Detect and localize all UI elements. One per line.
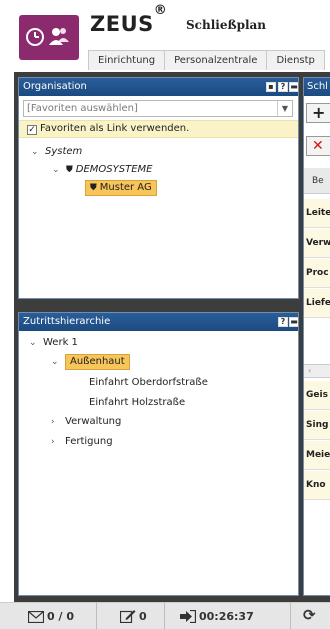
favorites-link-option[interactable]: ✓ Favoriten als Link verwenden. [19,120,298,138]
organisation-panel: Organisation ▪ ? ▬ [Favoriten auswählen]… [18,77,299,299]
nav-tab-einrichtung[interactable]: Einrichtung [88,50,166,70]
help-icon[interactable]: ? [278,82,288,92]
organisation-panel-title: Organisation [23,81,87,92]
messages-counter[interactable]: 0 / 0 [27,609,74,625]
table-row[interactable]: Proc [304,259,330,288]
table-row[interactable]: Leite [304,199,330,228]
delete-button[interactable]: ✕ [306,136,330,156]
table-row[interactable]: Meie [304,441,330,470]
app-title: ZEUS® [90,3,168,36]
zutrittshierarchie-panel-header: Zutrittshierarchie ? ▬ [19,313,298,331]
main-nav: Einrichtung Personalzentrale Dienstp [88,50,325,70]
tree-node-einfahrt-oberdorfstrasse[interactable]: Einfahrt Oberdorfstraße [89,375,208,391]
page-subtitle: Schließplan [186,18,267,32]
status-bar: 0 / 0 0 00:26:37 ⟳ [0,602,330,629]
selected-tree-node[interactable]: ⛊ Muster AG [85,180,157,196]
tree-node-label: DEMOSYSTEME [75,164,153,175]
table-row[interactable]: Sing [304,411,330,440]
tree-node-verwaltung[interactable]: › Verwaltung [51,414,121,430]
zeus-logo[interactable] [19,15,79,60]
chevron-down-icon[interactable]: ⌄ [31,144,45,160]
messages-count: 0 / 0 [47,610,74,623]
favorites-select[interactable]: [Favoriten auswählen] ▼ [23,100,293,117]
schliessplan-panel: Schl + ✕ Be Leite Verw Proc Liefe ‹ Geis… [303,77,330,596]
refresh-icon[interactable]: ⟳ [303,607,316,623]
notes-counter[interactable]: 0 [119,609,147,625]
session-timer[interactable]: 00:26:37 [180,609,254,625]
organisation-panel-header: Organisation ▪ ? ▬ [19,78,298,96]
chevron-right-icon[interactable]: › [51,434,65,450]
nav-tab-dienstplan[interactable]: Dienstp [266,50,325,70]
tree-node-fertigung[interactable]: › Fertigung [51,434,113,450]
status-divider [290,603,291,629]
app-header: ZEUS® Schließplan Einrichtung Personalze… [0,0,330,70]
shield-icon: ⛊ [90,183,97,193]
selected-tree-node[interactable]: Außenhaut [65,354,130,370]
table-row[interactable]: Liefe [304,289,330,318]
favorites-link-label: Favoriten als Link verwenden. [40,123,190,134]
chevron-down-icon[interactable]: ▼ [277,101,292,116]
zutrittshierarchie-panel-title: Zutrittshierarchie [23,316,111,327]
chevron-down-icon[interactable]: ⌄ [52,162,66,178]
edit-icon [119,610,136,624]
maximize-icon[interactable]: ▬ [289,317,298,327]
tree-node-label: Muster AG [99,182,152,193]
zutrittshierarchie-panel: Zutrittshierarchie ? ▬ ⌄ Werk 1 ⌄ Außenhau… [18,312,299,596]
favorites-link-checkbox[interactable]: ✓ [27,125,37,135]
table-row[interactable]: Geis [304,381,330,410]
tree-node-label: Verwaltung [65,416,122,427]
tree-node-demosysteme[interactable]: ⌄ ⛊ DEMOSYSTEME [52,162,152,178]
table-row[interactable]: Verw [304,229,330,258]
envelope-icon [27,610,45,624]
chevron-right-icon[interactable]: › [51,414,65,430]
tree-node-system[interactable]: ⌄ System [31,144,82,160]
notes-count: 0 [139,610,147,623]
status-divider [164,603,165,629]
chevron-down-icon[interactable]: ⌄ [29,335,43,351]
tree-node-muster-ag[interactable]: ⛊ Muster AG [85,180,157,196]
add-button[interactable]: + [306,103,330,123]
logout-icon [180,609,197,624]
shield-icon: ⛊ [66,165,73,175]
tree-node-aussenhaut[interactable]: ⌄ Außenhaut [51,354,130,370]
maximize-icon[interactable]: ▬ [289,82,298,92]
horizontal-scrollbar[interactable]: ‹ [304,364,330,378]
pin-icon[interactable]: ▪ [266,82,276,92]
tree-node-label: Werk 1 [43,337,78,348]
help-icon[interactable]: ? [278,317,288,327]
table-row[interactable]: Kno [304,471,330,500]
tree-node-label: System [45,146,83,157]
schliessplan-panel-title: Schl [307,81,328,92]
favorites-select-value: [Favoriten auswählen] [27,103,138,114]
tree-node-label: Fertigung [65,436,113,447]
chevron-down-icon[interactable]: ⌄ [51,354,65,370]
tree-node-werk-1[interactable]: ⌄ Werk 1 [29,335,78,351]
nav-tab-personalzentrale[interactable]: Personalzentrale [164,50,268,70]
session-time: 00:26:37 [199,610,254,623]
status-divider [96,603,97,629]
table-column-header[interactable]: Be [304,168,330,194]
schliessplan-panel-header: Schl [304,78,330,96]
tree-node-einfahrt-holzstrasse[interactable]: Einfahrt Holzstraße [89,395,185,411]
